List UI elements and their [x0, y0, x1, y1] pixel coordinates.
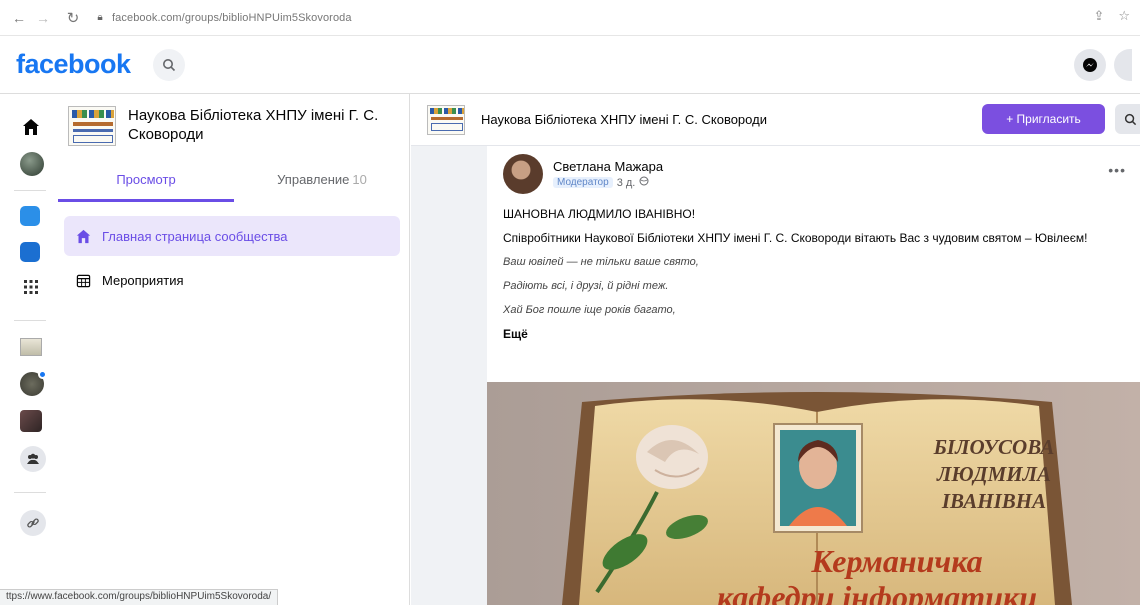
invite-button[interactable]: + Пригласить — [982, 104, 1105, 134]
see-more-link[interactable]: Ещё — [503, 326, 1123, 342]
unread-dot-icon — [38, 370, 47, 379]
post-time[interactable]: 3 д. — [617, 177, 636, 189]
home-icon[interactable] — [20, 116, 42, 138]
profile-avatar-icon[interactable] — [20, 152, 44, 176]
poem-line: Хай Бог пошле іще років багато, — [503, 304, 676, 316]
honoree-name-line: ЛЮДМИЛА — [936, 462, 1051, 486]
author-avatar[interactable] — [503, 154, 543, 194]
watch-icon[interactable] — [20, 206, 40, 226]
groups-icon[interactable] — [20, 446, 46, 472]
caption-line: Керманичка — [810, 543, 982, 579]
tab-view[interactable]: Просмотр — [58, 162, 234, 202]
facebook-logo[interactable]: facebook — [16, 49, 131, 80]
search-icon[interactable] — [1115, 104, 1140, 134]
home-icon — [74, 227, 92, 245]
poem-line: Радіють всі, і друзі, й рідні теж. — [503, 280, 669, 292]
greeting-card-illustration: БІЛОУСОВА ЛЮДМИЛА ІВАНІВНА Керманичка ка… — [487, 382, 1140, 605]
moderator-badge: Модератор — [553, 177, 613, 188]
reload-icon[interactable]: ↻ — [62, 7, 84, 29]
author-name[interactable]: Светлана Мажара — [553, 159, 663, 174]
tab-label: Просмотр — [116, 172, 176, 187]
post-body: Співробітники Наукової Бібліотеки ХНПУ і… — [503, 231, 1088, 245]
browser-toolbar: ← → ↻ 🔒︎ facebook.com/groups/biblioHNPUi… — [0, 0, 1140, 36]
tab-count-badge: 10 — [352, 172, 367, 187]
divider — [14, 492, 46, 493]
status-bar-url: ttps://www.facebook.com/groups/biblioHNP… — [0, 589, 279, 605]
menu-grid-icon[interactable] — [20, 276, 42, 298]
forward-icon[interactable]: → — [32, 7, 54, 29]
audience-icon — [639, 176, 649, 189]
poem-line: Ваш ювілей — не тільки ваше свято, — [503, 256, 699, 268]
more-options-icon[interactable]: ••• — [1108, 162, 1126, 178]
address-bar[interactable]: 🔒︎ facebook.com/groups/biblioHNPUim5Skov… — [94, 6, 994, 30]
group-header[interactable]: Наукова Бібліотека ХНПУ імені Г. С. Сков… — [68, 106, 398, 146]
group-sidebar: Наукова Бібліотека ХНПУ імені Г. С. Сков… — [58, 94, 410, 605]
calendar-icon — [74, 271, 92, 289]
lock-icon: 🔒︎ — [97, 12, 103, 23]
divider — [14, 320, 46, 321]
group-tabs: Просмотр Управление 10 — [58, 162, 410, 202]
tab-manage[interactable]: Управление 10 — [234, 162, 410, 202]
facebook-header: facebook — [0, 36, 1140, 94]
group-cover-thumbnail — [68, 106, 116, 146]
tab-label: Управление — [277, 172, 350, 187]
messenger-icon[interactable] — [1074, 49, 1106, 81]
link-icon[interactable] — [20, 510, 46, 536]
group-library-icon[interactable] — [20, 338, 42, 356]
share-icon[interactable]: ⇪ — [1093, 8, 1104, 24]
post-image[interactable]: БІЛОУСОВА ЛЮДМИЛА ІВАНІВНА Керманичка ка… — [487, 382, 1140, 605]
group-cover-thumbnail[interactable] — [427, 104, 465, 135]
sidebar-item-home[interactable]: Главная страница сообщества — [64, 216, 400, 256]
sidebar-item-label: Главная страница сообщества — [102, 228, 288, 244]
left-rail — [0, 94, 58, 605]
search-icon[interactable] — [152, 48, 185, 81]
divider — [14, 190, 46, 191]
post-card: Светлана Мажара Модератор 3 д. ••• ШАНОВ… — [487, 146, 1140, 605]
honoree-name-line: БІЛОУСОВА — [933, 435, 1055, 459]
back-icon[interactable]: ← — [8, 7, 30, 29]
marketplace-icon[interactable] — [20, 242, 40, 262]
group-name[interactable]: Наукова Бібліотека ХНПУ імені Г. С. Сков… — [128, 106, 398, 144]
caption-line: кафедри інформатики — [717, 579, 1037, 605]
group-title[interactable]: Наукова Бібліотека ХНПУ імені Г. С. Сков… — [481, 112, 767, 127]
sidebar-item-label: Мероприятия — [102, 272, 184, 288]
post-greeting: ШАНОВНА ЛЮДМИЛО ІВАНІВНО! — [503, 207, 696, 221]
feed: Светлана Мажара Модератор 3 д. ••• ШАНОВ… — [411, 146, 1140, 605]
post-text: ШАНОВНА ЛЮДМИЛО ІВАНІВНО! Співробітники … — [503, 206, 1123, 350]
post-header: Светлана Мажара Модератор 3 д. — [503, 154, 663, 194]
group-avatar-icon[interactable] — [20, 410, 42, 432]
sidebar-item-events[interactable]: Мероприятия — [64, 260, 400, 300]
group-title-bar: Наукова Бібліотека ХНПУ імені Г. С. Сков… — [411, 94, 1140, 146]
notifications-icon[interactable] — [1114, 49, 1132, 81]
star-icon[interactable]: ☆ — [1118, 8, 1130, 24]
url-text: facebook.com/groups/biblioHNPUim5Skovoro… — [112, 11, 352, 24]
honoree-name-line: ІВАНІВНА — [941, 489, 1046, 513]
